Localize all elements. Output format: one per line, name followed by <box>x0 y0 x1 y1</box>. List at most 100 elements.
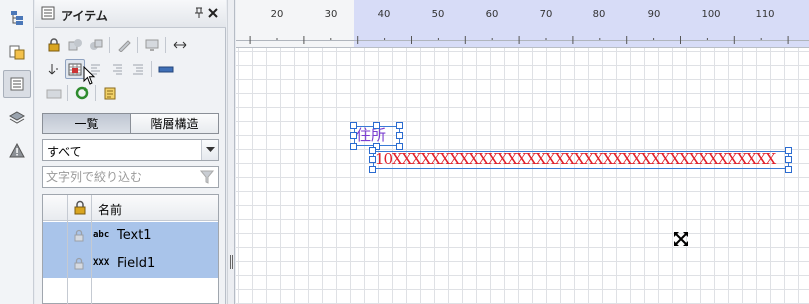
toolbar-separator <box>67 85 68 101</box>
resize-handle[interactable] <box>785 147 792 154</box>
mouse-pointer-icon <box>83 66 96 85</box>
resize-handle[interactable] <box>369 156 376 163</box>
resize-handle[interactable] <box>350 143 357 150</box>
recycle-button[interactable] <box>72 83 92 103</box>
send-back-icon <box>90 39 103 50</box>
send-back-button[interactable] <box>86 35 106 55</box>
pin-icon[interactable] <box>193 6 205 20</box>
label-item-text[interactable]: 住所 <box>356 124 386 145</box>
panel-title: アイテム <box>61 9 108 23</box>
resize-handle[interactable] <box>350 132 357 139</box>
close-icon[interactable] <box>208 8 218 18</box>
horizontal-ruler: 20 30 40 50 60 70 80 90 100 110 <box>236 0 809 48</box>
bring-front-icon <box>68 39 82 51</box>
sort-button[interactable] <box>44 59 64 79</box>
ruler-label: 20 <box>270 9 284 20</box>
item-toolbar <box>38 30 223 108</box>
search-input[interactable] <box>46 169 196 185</box>
tab-list[interactable]: 一覧 <box>42 113 131 134</box>
view-tabs: 一覧 階層構造 <box>42 113 219 134</box>
align-right-icon <box>113 64 122 75</box>
ruler-label: 30 <box>324 9 338 20</box>
lock-icon[interactable] <box>73 257 85 270</box>
resize-handle[interactable] <box>373 122 380 129</box>
items-list-button[interactable] <box>3 70 31 98</box>
panel-header: アイテム <box>35 0 226 28</box>
display-button[interactable] <box>142 35 162 55</box>
align-right-button[interactable] <box>107 59 127 79</box>
column-divider <box>91 195 92 304</box>
ruler-label: 90 <box>647 9 661 20</box>
resize-handle[interactable] <box>396 143 403 150</box>
filter-select[interactable]: すべて <box>42 139 219 161</box>
lock-icon <box>48 38 60 52</box>
field-item-text[interactable]: 10XXXXXXXXXXXXXXXXXXXXXXXXXXXXXXXXXXXXXX… <box>375 150 789 168</box>
resize-handle[interactable] <box>785 166 792 173</box>
dropdown-arrow-button[interactable] <box>201 140 218 160</box>
text-type-icon: abc <box>93 230 110 240</box>
resize-handle[interactable] <box>396 132 403 139</box>
image-button[interactable] <box>44 83 64 103</box>
tree-icon <box>11 11 23 25</box>
resize-handle[interactable] <box>369 147 376 154</box>
resize-handle[interactable] <box>396 122 403 129</box>
lock-column-icon <box>74 200 86 215</box>
layers-button[interactable] <box>3 104 31 132</box>
toolbar-separator <box>95 85 96 101</box>
vertical-sort-icon <box>48 64 58 75</box>
filter-funnel-icon[interactable] <box>200 170 214 184</box>
move-cursor-icon <box>674 232 688 246</box>
tree-view-button[interactable] <box>3 4 31 32</box>
list-row-field1[interactable]: XXX Field1 <box>43 250 218 278</box>
properties-icon <box>9 45 25 60</box>
column-divider <box>67 195 68 304</box>
design-canvas[interactable]: 20 30 40 50 60 70 80 90 100 110 住所 10XXX… <box>236 0 809 304</box>
resize-handle[interactable] <box>369 166 376 173</box>
recycle-icon <box>75 86 89 100</box>
toolbar-separator <box>137 37 138 53</box>
list-header: 名前 <box>43 195 218 221</box>
column-header-name[interactable]: 名前 <box>98 201 122 218</box>
table-icon <box>68 63 82 76</box>
items-panel: アイテム 一覧 階層構造 すべて 文字列で絞り込む 名前 abc Text1 X… <box>35 0 226 304</box>
bring-front-button[interactable] <box>65 35 85 55</box>
resize-handle[interactable] <box>785 156 792 163</box>
row-name: Text1 <box>117 228 152 243</box>
items-list: 名前 abc Text1 XXX Field1 <box>42 194 219 304</box>
ruler-label: 80 <box>592 9 606 20</box>
ruler-label: 40 <box>377 9 391 20</box>
toolbar-separator <box>151 61 152 77</box>
panel-splitter[interactable] <box>227 0 235 304</box>
edit-icon <box>118 40 131 52</box>
horizontal-resize-icon <box>173 41 187 49</box>
tab-hierarchy[interactable]: 階層構造 <box>131 113 219 134</box>
indent-button[interactable] <box>128 59 148 79</box>
search-box <box>42 166 219 188</box>
ruler-ticks <box>249 36 789 44</box>
lock-button[interactable] <box>44 35 64 55</box>
list-icon <box>41 6 55 20</box>
table-button[interactable] <box>65 59 85 79</box>
ruler-label: 70 <box>539 9 553 20</box>
lock-icon[interactable] <box>73 229 85 242</box>
filter-value: すべて <box>47 145 82 159</box>
notes-button[interactable] <box>100 83 120 103</box>
edit-button[interactable] <box>114 35 134 55</box>
width-button[interactable] <box>170 35 190 55</box>
chevron-down-icon <box>205 147 215 152</box>
image-icon <box>46 89 62 99</box>
layers-icon <box>9 111 25 124</box>
warning-icon <box>9 143 25 158</box>
toolbar-separator <box>109 37 110 53</box>
app-window: アイテム 一覧 階層構造 すべて 文字列で絞り込む 名前 abc Text1 X… <box>0 0 809 304</box>
toolbar-separator <box>165 37 166 53</box>
field-type-icon: XXX <box>93 258 110 268</box>
resize-handle[interactable] <box>350 122 357 129</box>
warnings-button[interactable] <box>3 137 31 165</box>
bar-icon <box>158 66 174 73</box>
bar-button[interactable] <box>156 59 176 79</box>
properties-button[interactable] <box>3 38 31 66</box>
ruler-label: 50 <box>431 9 445 20</box>
ruler-label: 60 <box>485 9 499 20</box>
list-row-text1[interactable]: abc Text1 <box>43 222 218 250</box>
